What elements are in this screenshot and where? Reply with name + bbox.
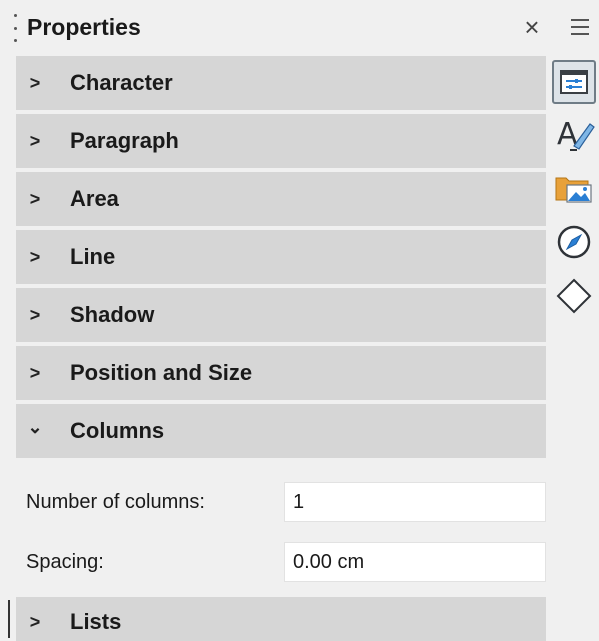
chevron-right-icon: > bbox=[29, 247, 41, 267]
chevron-right-icon: > bbox=[29, 363, 41, 383]
shapes-icon bbox=[556, 278, 592, 314]
navigator-icon bbox=[557, 225, 591, 259]
spacing-label: Spacing: bbox=[26, 551, 104, 573]
tab-properties[interactable] bbox=[552, 60, 596, 104]
section-label: Paragraph bbox=[70, 128, 179, 153]
section-area[interactable]: > Area bbox=[16, 172, 546, 226]
tab-styles[interactable]: A bbox=[552, 112, 596, 156]
properties-icon bbox=[560, 70, 588, 94]
chevron-right-icon: > bbox=[29, 305, 41, 325]
tab-navigator[interactable] bbox=[552, 220, 596, 264]
sidebar-panel: Properties × > Character > Paragraph > A… bbox=[0, 0, 599, 641]
sidebar-tabbar: A bbox=[552, 54, 599, 641]
drag-grip-icon[interactable] bbox=[14, 14, 18, 42]
columns-content: Number of columns: 1 Spacing: 0.00 cm bbox=[16, 462, 546, 602]
chevron-right-icon: > bbox=[29, 189, 41, 209]
section-label: Lists bbox=[70, 609, 122, 634]
section-label: Line bbox=[70, 244, 116, 269]
section-columns[interactable]: ⌄ Columns bbox=[16, 404, 546, 458]
tab-shapes[interactable] bbox=[552, 274, 596, 318]
chevron-right-icon: > bbox=[29, 612, 41, 632]
section-paragraph[interactable]: > Paragraph bbox=[16, 114, 546, 168]
text-cursor bbox=[8, 600, 10, 638]
section-lists[interactable]: > Lists bbox=[16, 597, 546, 641]
section-shadow[interactable]: > Shadow bbox=[16, 288, 546, 342]
chevron-down-icon: ⌄ bbox=[27, 417, 43, 437]
gallery-icon bbox=[555, 177, 592, 203]
properties-deck: > Character > Paragraph > Area > Line > … bbox=[16, 56, 546, 602]
close-button[interactable]: × bbox=[515, 10, 549, 44]
chevron-right-icon: > bbox=[29, 131, 41, 151]
section-line[interactable]: > Line bbox=[16, 230, 546, 284]
section-position-and-size[interactable]: > Position and Size bbox=[16, 346, 546, 400]
hamburger-menu-icon[interactable] bbox=[565, 12, 595, 42]
panel-title: Properties bbox=[27, 14, 141, 40]
spacing-field[interactable]: 0.00 cm bbox=[284, 542, 546, 582]
section-character[interactable]: > Character bbox=[16, 56, 546, 110]
number-of-columns-label: Number of columns: bbox=[26, 491, 205, 513]
chevron-right-icon: > bbox=[29, 73, 41, 93]
section-label: Shadow bbox=[70, 302, 155, 327]
section-label: Area bbox=[70, 186, 119, 211]
styles-icon: A bbox=[557, 117, 595, 152]
section-label: Position and Size bbox=[70, 360, 253, 385]
section-label: Character bbox=[70, 70, 173, 95]
tab-gallery[interactable] bbox=[552, 166, 596, 210]
panel-header: Properties × bbox=[0, 0, 560, 54]
number-of-columns-field[interactable]: 1 bbox=[284, 482, 546, 522]
section-label: Columns bbox=[70, 418, 165, 443]
